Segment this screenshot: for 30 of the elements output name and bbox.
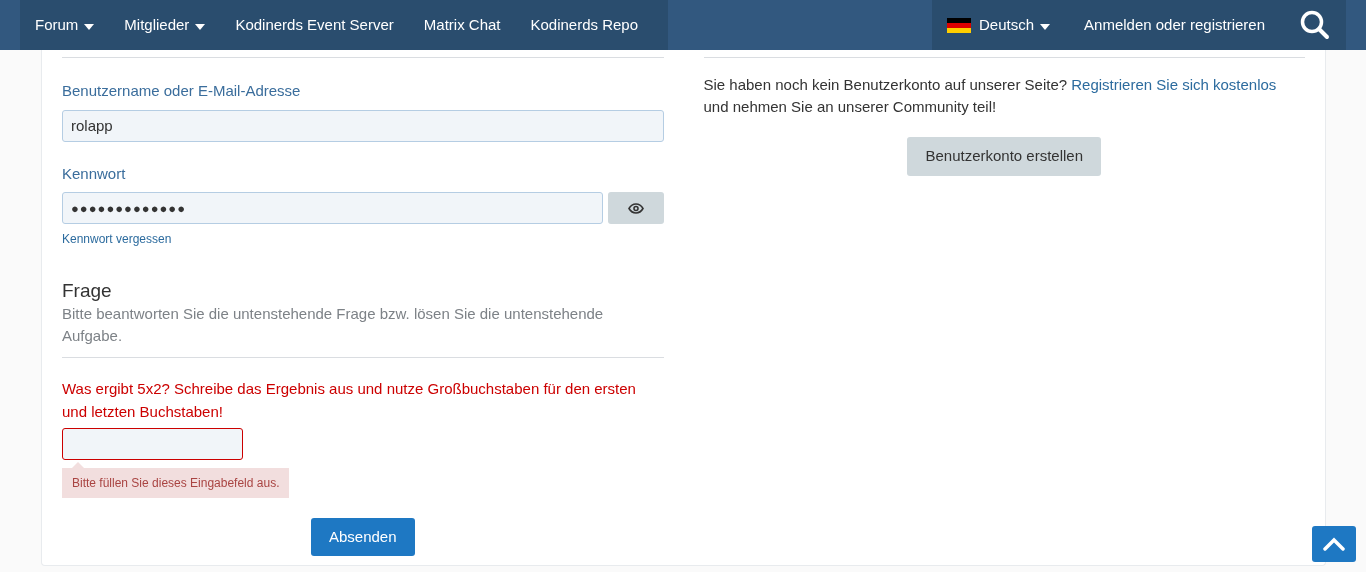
register-text: Sie haben noch kein Benutzerkonto auf unserer Seite? Registrieren Sie sich kostenlos und nehmen Sie an unserer Community teil!	[703, 75, 1278, 117]
caret-icon	[84, 23, 95, 30]
section-title: Frage	[62, 279, 113, 303]
forgot-password-link[interactable]: Kennwort vergessen	[62, 230, 172, 248]
answer-field[interactable]	[62, 428, 243, 460]
create-account-button[interactable]: Benutzerkonto erstellen	[907, 137, 1102, 176]
field-label: Benutzername oder E-Mail-Adresse	[62, 81, 302, 101]
error-tooltip: Bitte füllen Sie dieses Eingabefeld aus.	[62, 462, 290, 498]
section-description: Bitte beantworten Sie die untenstehende Frage bzw. lösen Sie die untenstehende Aufgabe.	[62, 304, 605, 346]
caret-icon	[195, 23, 206, 30]
password-field[interactable]: ●●●●●●●●●●●●●	[62, 192, 603, 224]
username-field[interactable]: rolapp	[62, 109, 664, 142]
chevron-up-icon	[1323, 537, 1345, 551]
register-link[interactable]: Registrieren Sie sich kostenlos	[1071, 76, 1277, 93]
flag-icon	[947, 17, 972, 33]
nav-link[interactable]: Kodinerds Event Server	[220, 0, 409, 50]
eye-icon	[627, 202, 644, 214]
login-link[interactable]: Anmelden oder registrieren	[1065, 0, 1284, 50]
question-text: Was ergibt 5x2? Schreibe das Ergebnis aus und nutze Großbuchstaben für den ersten und letzten Buchstaben!	[62, 379, 637, 422]
nav-link[interactable]: Kodinerds Repo	[515, 0, 654, 50]
nav-link[interactable]: Matrix Chat	[408, 0, 516, 50]
nav-link[interactable]: Forum	[20, 0, 110, 50]
submit-button[interactable]: Absenden	[310, 518, 415, 556]
field-label: Kennwort	[62, 163, 127, 184]
scroll-to-top-button[interactable]	[1312, 526, 1356, 562]
caret-icon	[1040, 23, 1051, 30]
nav-link[interactable]: Mitglieder	[109, 0, 221, 50]
search-icon	[1300, 10, 1330, 40]
show-password-button[interactable]	[607, 192, 664, 224]
language-selector[interactable]: Deutsch	[932, 0, 1066, 50]
